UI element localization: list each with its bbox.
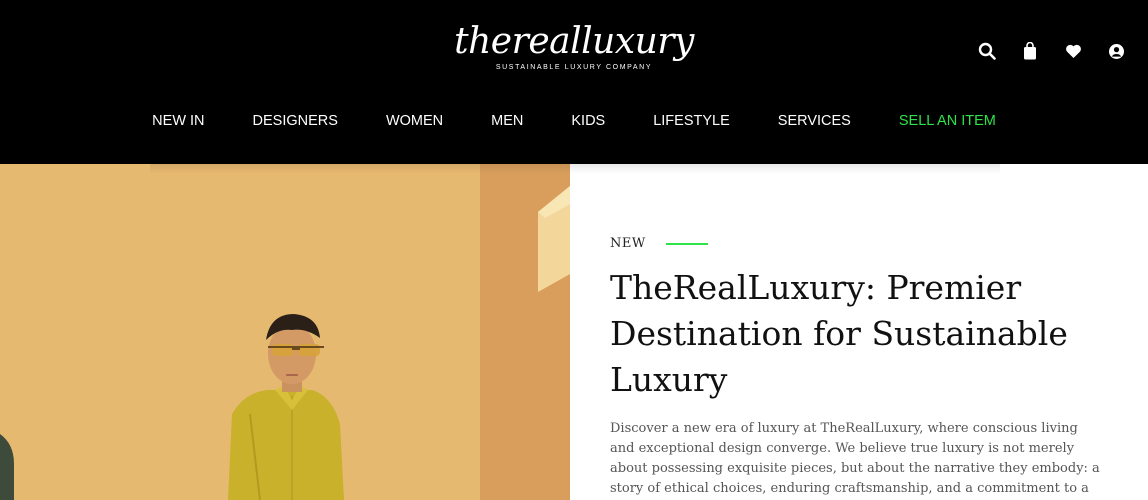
user-icon[interactable] bbox=[1106, 40, 1126, 62]
header-icons bbox=[977, 40, 1126, 62]
nav-item-lifestyle[interactable]: LIFESTYLE bbox=[653, 110, 730, 132]
nav-item-designers[interactable]: DESIGNERS bbox=[253, 110, 338, 132]
nav-item-kids[interactable]: KIDS bbox=[571, 110, 605, 132]
hero-headline: TheRealLuxury: Premier Destination for S… bbox=[610, 268, 1068, 399]
nav-item-sell-an-item[interactable]: SELL AN ITEM bbox=[899, 110, 996, 132]
logo-wordmark[interactable]: therealluxury bbox=[0, 22, 1148, 62]
logo-tagline: SUSTAINABLE LUXURY COMPANY bbox=[495, 64, 653, 71]
eyebrow-row: NEW bbox=[610, 236, 1110, 251]
shopping-bag-icon[interactable] bbox=[1020, 40, 1040, 62]
hero-body: Discover a new era of luxury at TheRealL… bbox=[610, 421, 1100, 496]
search-icon[interactable] bbox=[977, 40, 997, 62]
eyebrow-divider bbox=[665, 242, 708, 245]
nav-item-women[interactable]: WOMEN bbox=[386, 110, 443, 132]
eyebrow-label: NEW bbox=[610, 236, 646, 251]
logo[interactable]: therealluxury SUSTAINABLE LUXURY COMPANY bbox=[0, 22, 1148, 72]
nav-item-new-in[interactable]: NEW IN bbox=[152, 110, 204, 132]
heart-icon[interactable] bbox=[1063, 40, 1083, 62]
hero-image bbox=[0, 164, 570, 500]
site-header: therealluxury SUSTAINABLE LUXURY COMPANY… bbox=[0, 0, 1148, 164]
main-nav: NEW IN DESIGNERS WOMEN MEN KIDS LIFESTYL… bbox=[0, 110, 1148, 132]
nav-item-services[interactable]: SERVICES bbox=[778, 110, 851, 132]
hero-text: NEW TheRealLuxury: Premier Destination f… bbox=[610, 236, 1110, 500]
nav-item-men[interactable]: MEN bbox=[491, 110, 523, 132]
